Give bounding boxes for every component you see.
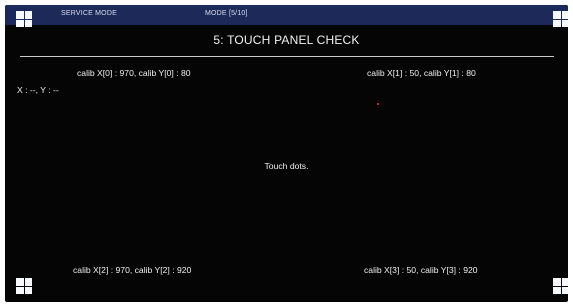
service-mode-header: SERVICE MODE MODE [5/10] xyxy=(5,5,568,25)
bottom-right-touch-target-cell xyxy=(553,286,561,294)
bottom-left-touch-target-cell xyxy=(16,278,24,286)
top-right-touch-target-cell xyxy=(553,19,561,27)
bottom-right-touch-target-cell xyxy=(561,286,568,294)
title-divider xyxy=(20,56,554,57)
calibration-point-1-value: calib X[1] : 50, calib Y[1] : 80 xyxy=(367,68,476,78)
calibration-point-0-value: calib X[0] : 970, calib Y[0] : 80 xyxy=(77,68,191,78)
top-right-touch-target-cell xyxy=(561,11,568,19)
top-left-touch-target-cell xyxy=(24,19,32,27)
bottom-right-touch-target-cell xyxy=(553,278,561,286)
bottom-left-touch-target-cell xyxy=(24,278,32,286)
top-left-touch-target-cell xyxy=(16,11,24,19)
service-mode-label: SERVICE MODE xyxy=(61,10,117,17)
top-left-touch-target-cell xyxy=(24,11,32,19)
touch-panel-check-screen: SERVICE MODE MODE [5/10] 5: TOUCH PANEL … xyxy=(5,5,568,302)
calibration-point-3-value: calib X[3] : 50, calib Y[3] : 920 xyxy=(364,265,478,275)
bottom-left-touch-target-cell xyxy=(16,286,24,294)
touch-coordinates: X : --, Y : -- xyxy=(17,85,59,95)
touch-instruction: Touch dots. xyxy=(264,161,309,171)
top-right-touch-target-cell xyxy=(553,11,561,19)
top-right-touch-target-cell xyxy=(561,19,568,27)
bottom-left-touch-target-icon[interactable] xyxy=(16,278,32,294)
red-touch-marker-icon xyxy=(377,103,379,105)
mode-indicator: MODE [5/10] xyxy=(205,10,248,17)
bottom-left-touch-target-cell xyxy=(24,286,32,294)
bottom-right-touch-target-cell xyxy=(561,278,568,286)
top-left-touch-target-icon[interactable] xyxy=(16,11,32,27)
bottom-right-touch-target-icon[interactable] xyxy=(553,278,568,294)
calibration-point-2-value: calib X[2] : 970, calib Y[2] : 920 xyxy=(73,265,192,275)
top-left-touch-target-cell xyxy=(16,19,24,27)
top-right-touch-target-icon[interactable] xyxy=(553,11,568,27)
page-title: 5: TOUCH PANEL CHECK xyxy=(213,33,360,47)
